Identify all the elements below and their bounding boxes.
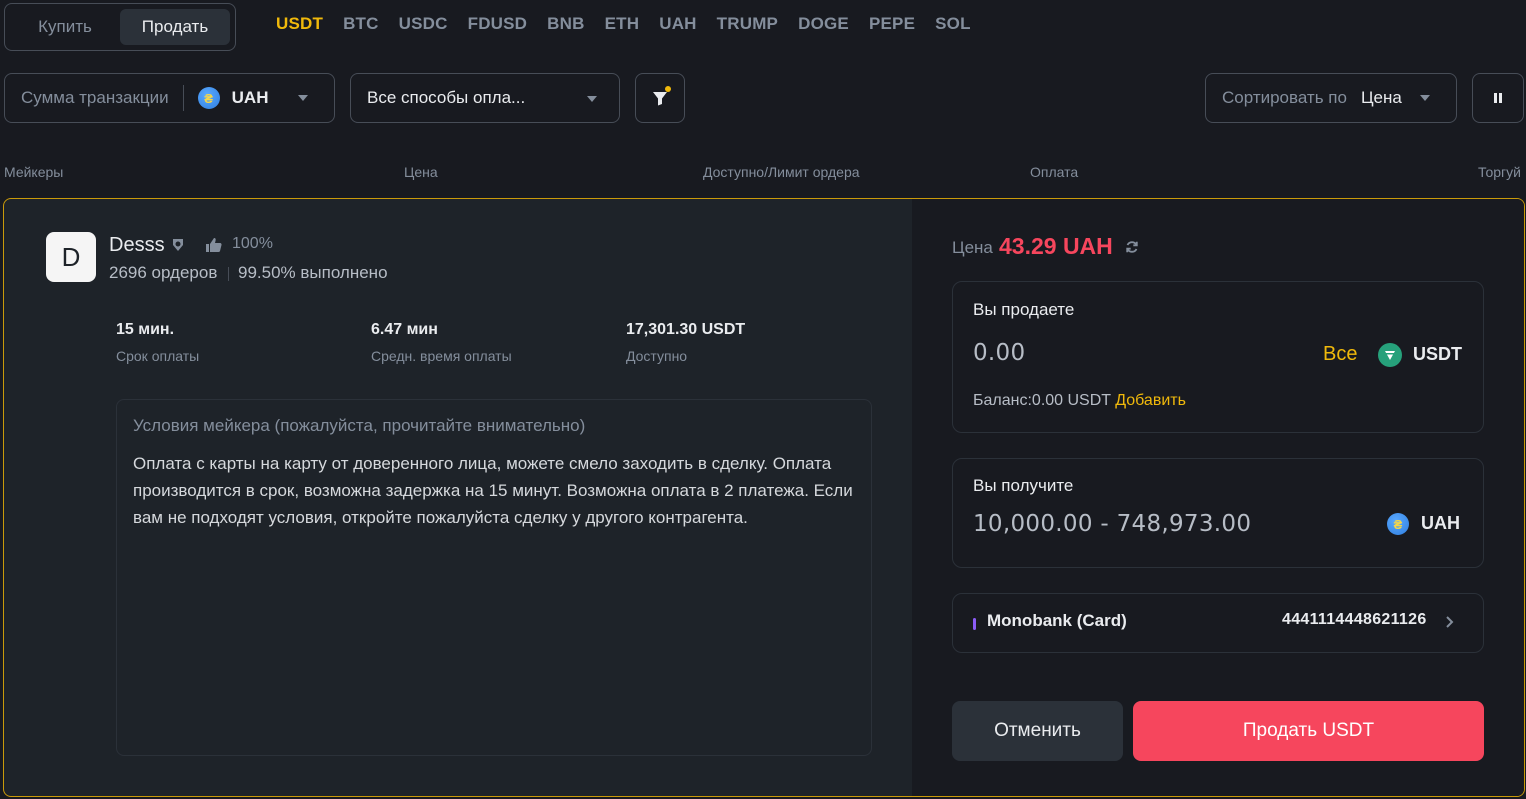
sort-label: Сортировать по: [1222, 88, 1347, 107]
sell-amount-input[interactable]: 0.00: [973, 340, 1025, 366]
usdt-coin-icon: [1378, 343, 1402, 367]
receive-currency: UAH: [1421, 513, 1460, 533]
avg-payment-time-label: Средн. время оплаты: [371, 348, 512, 364]
column-header-available: Доступно/Лимит ордера: [703, 164, 860, 180]
asset-tab-doge[interactable]: DOGE: [798, 14, 849, 34]
asset-tab-fdusd[interactable]: FDUSD: [468, 14, 528, 34]
maker-terms-title: Условия мейкера (пожалуйста, прочитайте …: [133, 416, 586, 435]
order-card: D Desss 100% 2696 ордеров 99.50% выполне…: [3, 198, 1525, 797]
maker-terms-body: Оплата с карты на карту от доверенного л…: [133, 454, 853, 527]
payment-window-value: 15 мин.: [116, 321, 175, 338]
receive-label: Вы получите: [973, 476, 1074, 495]
receive-amount-range[interactable]: 10,000.00 - 748,973.00: [973, 511, 1251, 537]
asset-tab-usdt[interactable]: USDT: [276, 14, 323, 34]
asset-tab-sol[interactable]: SOL: [935, 14, 971, 34]
sell-tab[interactable]: Продать: [120, 9, 230, 45]
asset-tab-eth[interactable]: ETH: [605, 14, 640, 34]
available-amount-label: Доступно: [626, 348, 688, 364]
asset-tab-btc[interactable]: BTC: [343, 14, 379, 34]
price-label: Цена: [952, 238, 993, 257]
receive-amount-panel: Вы получите 10,000.00 - 748,973.00 ₴ UAH: [952, 458, 1484, 568]
sort-value: Цена: [1360, 88, 1402, 107]
trade-side-toggle: Купить Продать: [4, 3, 236, 51]
asset-tab-uah[interactable]: UAH: [659, 14, 696, 34]
asset-tabs: USDT BTC USDC FDUSD BNB ETH UAH TRUMP DO…: [276, 14, 971, 34]
merchant-order-count: 2696 ордеров: [109, 263, 218, 282]
merchant-badge-icon: [173, 239, 183, 251]
transaction-amount-label: Сумма транзакции: [21, 88, 169, 107]
pause-refresh-button[interactable]: [1472, 73, 1524, 123]
filter-active-dot: [665, 86, 671, 92]
price-value: 43.29 UAH: [999, 233, 1113, 259]
payment-method-color-bar: [973, 618, 976, 630]
uah-coin-icon: ₴: [197, 87, 220, 109]
asset-tab-pepe[interactable]: PEPE: [869, 14, 915, 34]
pause-icon: [1494, 93, 1502, 103]
transaction-amount-filter[interactable]: Сумма транзакции ₴ UAH: [4, 73, 335, 123]
sell-all-button[interactable]: Все: [1323, 343, 1357, 366]
sell-usdt-button[interactable]: Продать USDT: [1133, 701, 1484, 761]
available-amount-value: 17,301.30 USDT: [626, 321, 746, 338]
sell-amount-label: Вы продаете: [973, 300, 1075, 319]
chevron-right-icon: [1446, 616, 1454, 628]
column-header-payment: Оплата: [1030, 164, 1079, 180]
sort-select[interactable]: Сортировать по Цена: [1205, 73, 1457, 123]
payment-method-value: Все способы опла...: [367, 88, 526, 107]
asset-tab-trump[interactable]: TRUMP: [717, 14, 778, 34]
sell-amount-panel: Вы продаете 0.00 Все USDT Баланс:0.00 US…: [952, 281, 1484, 433]
avatar[interactable]: D: [46, 232, 96, 282]
merchant-rating: 100%: [232, 235, 273, 252]
refresh-icon[interactable]: [1125, 240, 1139, 254]
payment-account-number: 4441114448621126: [1282, 611, 1427, 628]
divider: [228, 267, 229, 281]
thumbs-up-icon: [206, 238, 222, 252]
buy-tab[interactable]: Купить: [10, 9, 120, 45]
column-header-trade: Торгуй: [1478, 164, 1521, 180]
divider: [182, 85, 184, 111]
cancel-button[interactable]: Отменить: [952, 701, 1123, 761]
merchant-completion-rate: 99.50% выполнено: [238, 263, 388, 282]
chevron-down-icon: [1419, 95, 1430, 101]
uah-coin-icon: ₴: [1387, 513, 1409, 535]
add-funds-link[interactable]: Добавить: [1115, 392, 1186, 409]
merchant-name[interactable]: Desss: [109, 234, 165, 257]
avg-payment-time-value: 6.47 мин: [371, 321, 438, 338]
asset-tab-usdc[interactable]: USDC: [399, 14, 448, 34]
column-header-makers: Мейкеры: [4, 164, 64, 180]
maker-terms: Условия мейкера (пожалуйста, прочитайте …: [116, 399, 872, 756]
payment-method-select[interactable]: Все способы опла...: [350, 73, 620, 123]
fiat-currency-value: UAH: [231, 88, 269, 107]
asset-tab-bnb[interactable]: BNB: [547, 14, 584, 34]
chevron-down-icon: [298, 95, 309, 101]
payment-window-label: Срок оплаты: [116, 348, 200, 364]
filter-button[interactable]: [635, 73, 685, 123]
column-header-price: Цена: [404, 164, 438, 180]
payment-method-name: Monobank (Card): [987, 611, 1127, 630]
sell-currency: USDT: [1413, 344, 1462, 364]
balance-text: Баланс:0.00 USDT Добавить: [973, 392, 1186, 410]
chevron-down-icon: [587, 96, 597, 102]
balance-value: Баланс:0.00 USDT: [973, 392, 1111, 409]
